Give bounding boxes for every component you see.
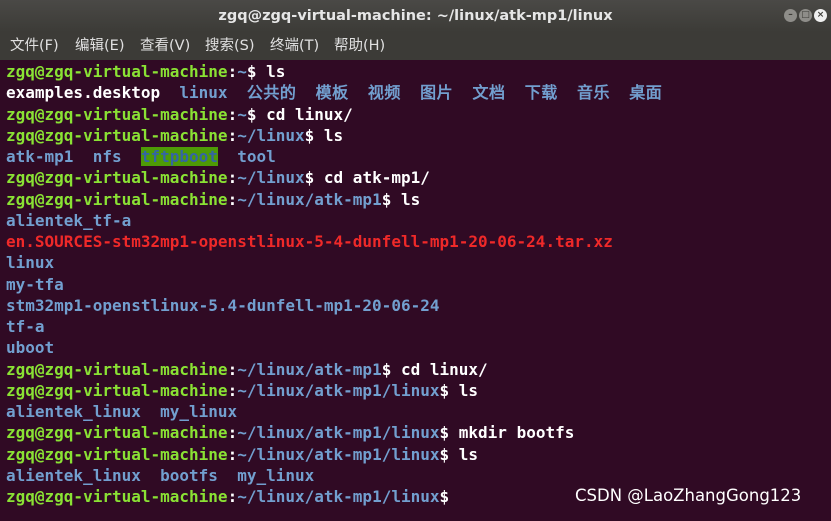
file-entry: examples.desktop: [6, 83, 161, 103]
command: $ ls: [304, 125, 344, 145]
prompt-user: zgq@zgq-virtual-machine: [6, 104, 228, 124]
ls-output: alientek_tf-a: [6, 210, 831, 231]
command: $ mkdir bootfs: [439, 423, 575, 443]
prompt-line: zgq@zgq-virtual-machine:~/linux/atk-mp1$…: [6, 189, 421, 209]
prompt-path: ~/linux/atk-mp1/linux: [237, 423, 440, 443]
maximize-icon[interactable]: □: [799, 9, 812, 22]
command: $ ls: [439, 380, 479, 400]
dir-entry: 公共的: [246, 83, 297, 103]
prompt-user: zgq@zgq-virtual-machine: [6, 62, 228, 81]
dir-entry: stm32mp1-openstlinux-5.4-dunfell-mp1-20-…: [6, 295, 440, 315]
prompt-user: zgq@zgq-virtual-machine: [6, 359, 228, 379]
prompt-user: zgq@zgq-virtual-machine: [6, 125, 228, 145]
prompt-user: zgq@zgq-virtual-machine: [6, 444, 228, 464]
command: $ ls: [381, 189, 421, 209]
prompt-path: ~/linux/atk-mp1/linux: [237, 444, 440, 464]
dir-entry: tool: [237, 147, 276, 166]
dir-entry: alientek_linux: [6, 465, 141, 485]
dir-entry: linux: [6, 253, 55, 273]
dir-entry: 视频: [367, 83, 401, 103]
dir-entry: 下载: [524, 83, 558, 103]
prompt-line: zgq@zgq-virtual-machine:~/linux/atk-mp1/…: [6, 423, 575, 443]
dir-entry: tf-a: [6, 317, 45, 336]
archive-entry: en.SOURCES-stm32mp1-openstlinux-5-4-dunf…: [6, 232, 613, 251]
menu-file[interactable]: 文件(F): [10, 32, 59, 60]
dir-entry: my_linux: [160, 402, 238, 421]
dir-entry: bootfs: [160, 465, 218, 485]
ls-output: alientek_linux bootfs my_linux: [6, 465, 831, 486]
prompt-path: ~/linux/atk-mp1: [237, 189, 382, 209]
close-icon[interactable]: ×: [814, 9, 827, 22]
title-bar[interactable]: zgq@zgq-virtual-machine: ~/linux/atk-mp1…: [0, 0, 831, 33]
terminal-output[interactable]: zgq@zgq-virtual-machine:~$ ls examples.d…: [6, 61, 831, 507]
dir-entry: my_linux: [237, 465, 315, 485]
dir-entry: atk-mp1: [6, 147, 74, 166]
prompt-line: zgq@zgq-virtual-machine:~/linux$ ls: [6, 125, 344, 145]
dir-entry: 图片: [420, 83, 454, 103]
prompt-path: ~/linux: [237, 168, 305, 188]
menu-view[interactable]: 查看(V): [140, 32, 190, 60]
menu-bar: 文件(F) 编辑(E) 查看(V) 搜索(S) 终端(T) 帮助(H): [0, 32, 831, 60]
prompt-path: ~: [237, 62, 247, 81]
prompt-line: zgq@zgq-virtual-machine:~$ ls: [6, 62, 286, 81]
dir-entry: 文档: [472, 83, 506, 103]
ls-output: atk-mp1 nfs tftpboot tool: [6, 146, 831, 167]
command: $ ls: [246, 62, 286, 81]
dir-entry: my-tfa: [6, 274, 64, 294]
prompt-line: zgq@zgq-virtual-machine:~/linux/atk-mp1/…: [6, 444, 479, 464]
prompt-path: ~/linux/atk-mp1/linux: [237, 487, 440, 506]
watermark: CSDN @LaoZhangGong123: [575, 486, 802, 505]
ls-output: tf-a: [6, 316, 831, 337]
ls-output: examples.desktop linux 公共的 模板 视频 图片 文档 下…: [6, 82, 831, 103]
command: $ cd linux/: [381, 359, 488, 379]
dir-entry: 模板: [315, 83, 349, 103]
menu-edit[interactable]: 编辑(E): [75, 32, 124, 60]
prompt-user: zgq@zgq-virtual-machine: [6, 189, 228, 209]
minimize-icon[interactable]: –: [784, 9, 797, 22]
command: $: [439, 487, 450, 506]
dir-entry: alientek_tf-a: [6, 210, 132, 230]
prompt-path: ~/linux: [237, 125, 305, 145]
menu-terminal[interactable]: 终端(T): [270, 32, 319, 60]
dir-entry-highlighted: tftpboot: [140, 147, 218, 166]
command: $ ls: [439, 444, 479, 464]
prompt-user: zgq@zgq-virtual-machine: [6, 487, 228, 506]
prompt-path: ~/linux/atk-mp1/linux: [237, 380, 440, 400]
prompt-user: zgq@zgq-virtual-machine: [6, 380, 228, 400]
dir-entry: alientek_linux: [6, 402, 141, 421]
menu-help[interactable]: 帮助(H): [334, 32, 385, 60]
dir-entry: 音乐: [577, 83, 611, 103]
prompt-user: zgq@zgq-virtual-machine: [6, 168, 228, 188]
ls-output: stm32mp1-openstlinux-5.4-dunfell-mp1-20-…: [6, 295, 831, 316]
ls-output: linux: [6, 252, 831, 273]
window-title: zgq@zgq-virtual-machine: ~/linux/atk-mp1…: [218, 8, 613, 24]
prompt-path: ~/linux/atk-mp1: [237, 359, 382, 379]
prompt-line: zgq@zgq-virtual-machine:~/linux$ cd atk-…: [6, 168, 430, 188]
prompt-user: zgq@zgq-virtual-machine: [6, 423, 228, 443]
dir-entry: uboot: [6, 338, 55, 358]
command: $ cd linux/: [246, 104, 353, 124]
command: $ cd atk-mp1/: [304, 168, 430, 188]
prompt-line: zgq@zgq-virtual-machine:~/linux/atk-mp1$…: [6, 359, 488, 379]
terminal-window: zgq@zgq-virtual-machine: ~/linux/atk-mp1…: [0, 0, 831, 521]
ls-output: alientek_linux my_linux: [6, 401, 831, 422]
ls-output: en.SOURCES-stm32mp1-openstlinux-5-4-dunf…: [6, 231, 831, 252]
ls-output: uboot: [6, 337, 831, 358]
dir-entry: linux: [179, 83, 228, 103]
dir-entry: nfs: [92, 147, 122, 166]
ls-output: my-tfa: [6, 274, 831, 295]
prompt-line: zgq@zgq-virtual-machine:~$ cd linux/: [6, 104, 353, 124]
prompt-path: ~: [237, 104, 247, 124]
menu-search[interactable]: 搜索(S): [205, 32, 255, 60]
dir-entry: 桌面: [629, 83, 663, 103]
prompt-line: zgq@zgq-virtual-machine:~/linux/atk-mp1/…: [6, 380, 479, 400]
